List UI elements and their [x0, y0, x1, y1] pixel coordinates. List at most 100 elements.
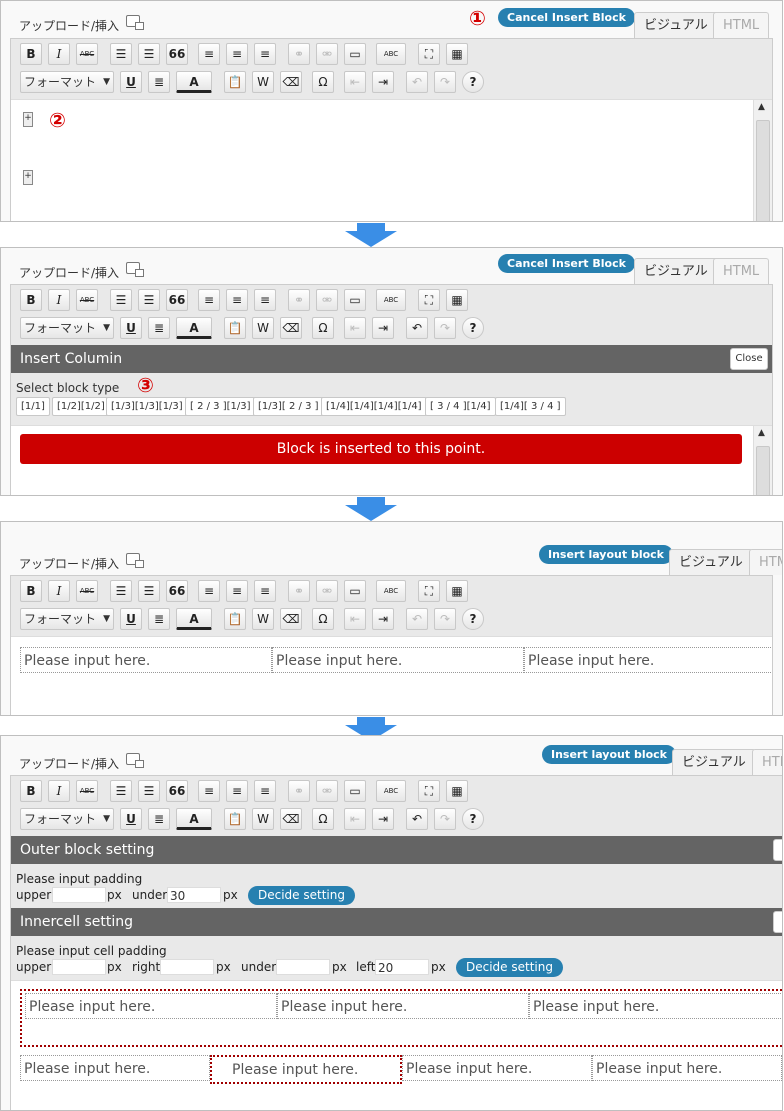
selected-outer-block[interactable]: Please input here. Please input here. Pl…	[20, 989, 782, 1047]
unlink-icon[interactable]: ⚮	[316, 780, 338, 802]
more-tag-icon[interactable]: ▭	[344, 580, 366, 602]
bold-button[interactable]: B	[20, 780, 42, 802]
link-icon[interactable]: ⚭	[288, 580, 310, 602]
italic-button[interactable]: I	[48, 780, 70, 802]
block-type-button[interactable]: [1/1]	[16, 397, 50, 416]
text-color-button[interactable]: A	[176, 608, 212, 630]
bold-button[interactable]: B	[20, 289, 42, 311]
fullscreen-icon[interactable]: ⛶	[418, 780, 440, 802]
special-char-button[interactable]: Ω	[312, 317, 334, 339]
bold-button[interactable]: B	[20, 580, 42, 602]
fullscreen-icon[interactable]: ⛶	[418, 289, 440, 311]
format-dropdown[interactable]: フォーマット ▼	[20, 808, 114, 830]
underline-button[interactable]: U	[120, 71, 142, 93]
scroll-thumb[interactable]	[756, 446, 770, 495]
block-type-button[interactable]: [1/2][1/2]	[52, 397, 110, 416]
kitchen-sink-icon[interactable]: ▦	[446, 289, 468, 311]
cancel-insert-block-button[interactable]: Cancel Insert Block	[498, 8, 635, 27]
unlink-icon[interactable]: ⚮	[316, 289, 338, 311]
outer-upper-input[interactable]	[52, 887, 106, 903]
media-icon[interactable]	[126, 753, 144, 768]
outdent-icon[interactable]: ⇤	[344, 608, 366, 630]
fullscreen-icon[interactable]: ⛶	[418, 43, 440, 65]
help-button[interactable]: ?	[462, 71, 484, 93]
align-center-icon[interactable]: ≡	[226, 43, 248, 65]
align-left-icon[interactable]: ≡	[198, 289, 220, 311]
redo-icon[interactable]: ↷	[434, 808, 456, 830]
paste-text-icon[interactable]: 📋	[224, 608, 246, 630]
align-center-icon[interactable]: ≡	[226, 289, 248, 311]
align-right-icon[interactable]: ≡	[254, 43, 276, 65]
tab-visual[interactable]: ビジュアル	[669, 549, 753, 575]
scroll-up-icon[interactable]: ▲	[758, 428, 765, 438]
bullet-list-icon[interactable]: ☰	[110, 580, 132, 602]
spellcheck-button[interactable]: ABC	[376, 780, 406, 802]
blockquote-button[interactable]: 66	[166, 580, 188, 602]
scrollbar[interactable]: ▲	[753, 426, 772, 495]
numbered-list-icon[interactable]: ☰	[138, 289, 160, 311]
paste-text-icon[interactable]: 📋	[224, 71, 246, 93]
inner-left-input[interactable]: 20	[375, 959, 429, 975]
eraser-icon[interactable]: ⌫	[280, 808, 302, 830]
align-left-icon[interactable]: ≡	[198, 43, 220, 65]
more-tag-icon[interactable]: ▭	[344, 289, 366, 311]
align-right-icon[interactable]: ≡	[254, 289, 276, 311]
unlink-icon[interactable]: ⚮	[316, 580, 338, 602]
blockquote-button[interactable]: 66	[166, 780, 188, 802]
layout-cell[interactable]: Please input here.	[272, 647, 524, 673]
tab-visual[interactable]: ビジュアル	[672, 749, 756, 775]
numbered-list-icon[interactable]: ☰	[138, 780, 160, 802]
more-tag-icon[interactable]: ▭	[344, 780, 366, 802]
spellcheck-button[interactable]: ABC	[376, 43, 406, 65]
block-type-button[interactable]: [1/4][1/4][1/4][1/4]	[321, 397, 427, 416]
tab-html[interactable]: HTML	[749, 549, 782, 575]
justify-icon[interactable]: ≣	[148, 317, 170, 339]
justify-icon[interactable]: ≣	[148, 808, 170, 830]
media-icon[interactable]	[126, 553, 144, 568]
eraser-icon[interactable]: ⌫	[280, 71, 302, 93]
layout-cell[interactable]: Please input here.	[25, 993, 277, 1019]
media-upload-label[interactable]: アップロード/挿入	[19, 264, 119, 281]
strikethrough-button[interactable]: ABC	[76, 580, 98, 602]
text-color-button[interactable]: A	[176, 808, 212, 830]
align-right-icon[interactable]: ≡	[254, 780, 276, 802]
help-button[interactable]: ?	[462, 808, 484, 830]
inner-right-input[interactable]	[160, 959, 214, 975]
kitchen-sink-icon[interactable]: ▦	[446, 43, 468, 65]
layout-cell[interactable]: Please input here.	[524, 647, 772, 673]
scroll-up-icon[interactable]: ▲	[758, 102, 765, 112]
redo-icon[interactable]: ↷	[434, 71, 456, 93]
help-button[interactable]: ?	[462, 317, 484, 339]
undo-icon[interactable]: ↶	[406, 317, 428, 339]
cancel-insert-block-button[interactable]: Cancel Insert Block	[498, 254, 635, 273]
blockquote-button[interactable]: 66	[166, 43, 188, 65]
strikethrough-button[interactable]: ABC	[76, 43, 98, 65]
outer-close-button[interactable]: C	[773, 839, 782, 861]
paste-word-icon[interactable]: W	[252, 317, 274, 339]
editor-content[interactable]: Block is inserted to this point. ▲	[11, 425, 772, 495]
align-left-icon[interactable]: ≡	[198, 780, 220, 802]
selected-layout-cell[interactable]: Please input here.	[210, 1055, 402, 1084]
undo-icon[interactable]: ↶	[406, 808, 428, 830]
media-upload-label[interactable]: アップロード/挿入	[19, 17, 119, 34]
bullet-list-icon[interactable]: ☰	[110, 780, 132, 802]
media-icon[interactable]	[126, 262, 144, 277]
kitchen-sink-icon[interactable]: ▦	[446, 780, 468, 802]
block-type-button[interactable]: [1/3][1/3][1/3]	[106, 397, 188, 416]
layout-cell[interactable]: Please input here.	[402, 1055, 592, 1081]
unlink-icon[interactable]: ⚮	[316, 43, 338, 65]
eraser-icon[interactable]: ⌫	[280, 608, 302, 630]
numbered-list-icon[interactable]: ☰	[138, 43, 160, 65]
link-icon[interactable]: ⚭	[288, 780, 310, 802]
inner-under-input[interactable]	[276, 959, 330, 975]
editor-content[interactable]: Please input here. Please input here. Pl…	[11, 980, 782, 1110]
format-dropdown[interactable]: フォーマット ▼	[20, 71, 114, 93]
special-char-button[interactable]: Ω	[312, 808, 334, 830]
kitchen-sink-icon[interactable]: ▦	[446, 580, 468, 602]
fullscreen-icon[interactable]: ⛶	[418, 580, 440, 602]
spellcheck-button[interactable]: ABC	[376, 289, 406, 311]
tab-html[interactable]: HTML	[752, 749, 782, 775]
block-type-button[interactable]: [1/4][ 3 / 4 ]	[495, 397, 566, 416]
insert-layout-block-button[interactable]: Insert layout block	[539, 545, 673, 564]
layout-cell[interactable]: Please input here.	[529, 993, 782, 1019]
